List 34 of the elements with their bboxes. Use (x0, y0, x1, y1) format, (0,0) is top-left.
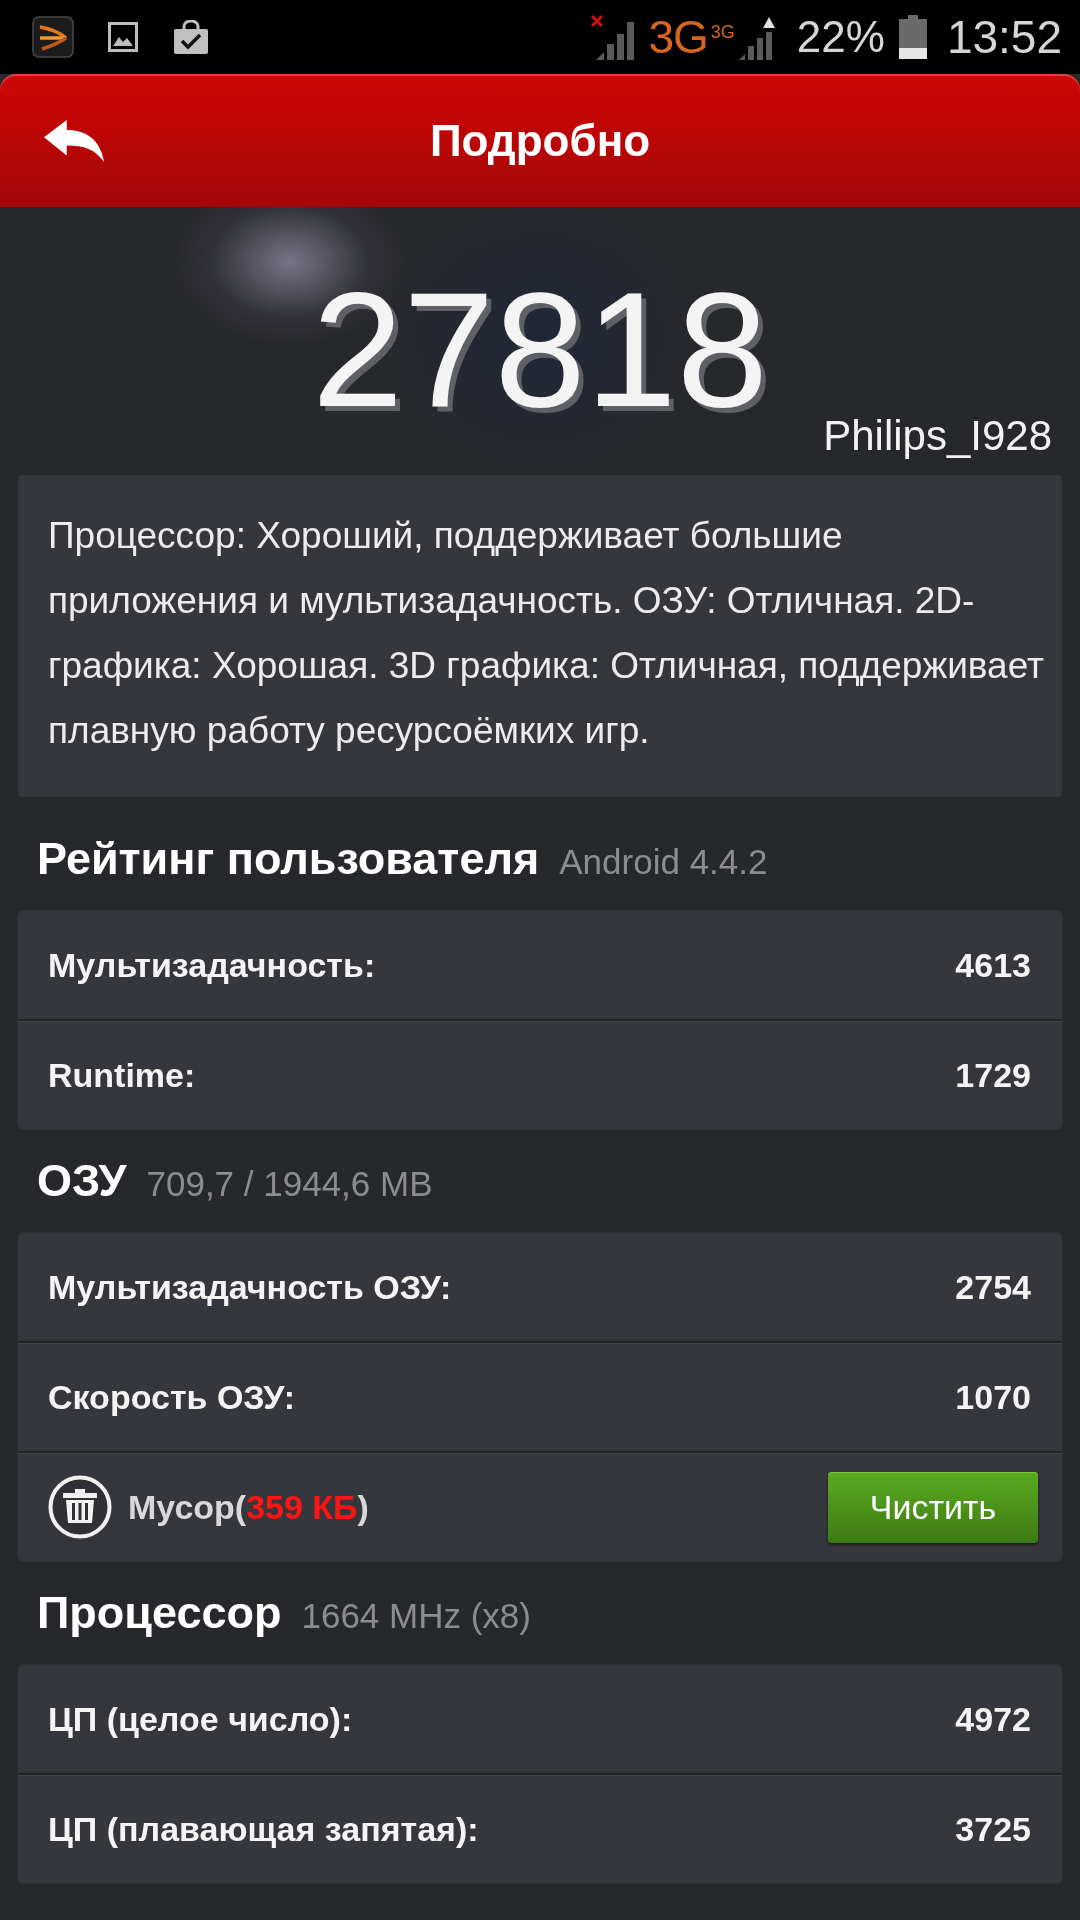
stat-label: Runtime: (48, 1055, 196, 1095)
stat-value: 4972 (955, 1699, 1031, 1739)
clean-button[interactable]: Чистить (828, 1471, 1038, 1543)
section-subtitle: Android 4.4.2 (559, 842, 768, 882)
stat-value: 2754 (955, 1267, 1031, 1307)
image-icon (108, 22, 138, 52)
stat-value: 1729 (955, 1055, 1031, 1095)
app-icon (32, 16, 74, 58)
section-subtitle: 709,7 / 1944,6 MB (146, 1164, 433, 1204)
stat-value: 1070 (955, 1377, 1031, 1417)
battery-icon (898, 15, 927, 59)
back-arrow-icon (44, 119, 104, 162)
stat-label: Мультизадачность: (48, 945, 376, 985)
section-title: ОЗУ (37, 1155, 127, 1207)
battery-percent: 22% (796, 12, 885, 62)
stat-label: Мультизадачность ОЗУ: (48, 1267, 452, 1307)
device-name: Philips_I928 (823, 415, 1052, 457)
shopping-bag-icon (172, 20, 210, 54)
stat-value: 4613 (955, 945, 1031, 985)
stat-label: ЦП (плавающая запятая): (48, 1809, 479, 1849)
section-title: Рейтинг пользователя (37, 833, 540, 885)
page-title: Подробно (429, 115, 651, 166)
junk-size-label: Мусор(359 КБ) (128, 1487, 369, 1527)
section-title: Процессор (37, 1587, 282, 1639)
score-value: 27818 (311, 285, 768, 415)
network-type: 3G (648, 10, 708, 64)
stat-label: ЦП (целое число): (48, 1699, 353, 1739)
description-text: Процессор: Хороший, поддерживает большие приложения и мультизадачность. ОЗУ: Отличная. 2D-графика: Хорошая. 3D графика: Отличная, поддерживает плавную работу ресурсоёмких игр. (48, 514, 1045, 753)
stat-value: 3725 (955, 1809, 1031, 1849)
network-type: 3G (710, 22, 735, 43)
clock: 13:52 (946, 10, 1062, 64)
trash-icon (48, 1475, 112, 1539)
stat-label: Скорость ОЗУ: (48, 1377, 295, 1417)
section-subtitle: 1664 MHz (x8) (301, 1596, 531, 1636)
